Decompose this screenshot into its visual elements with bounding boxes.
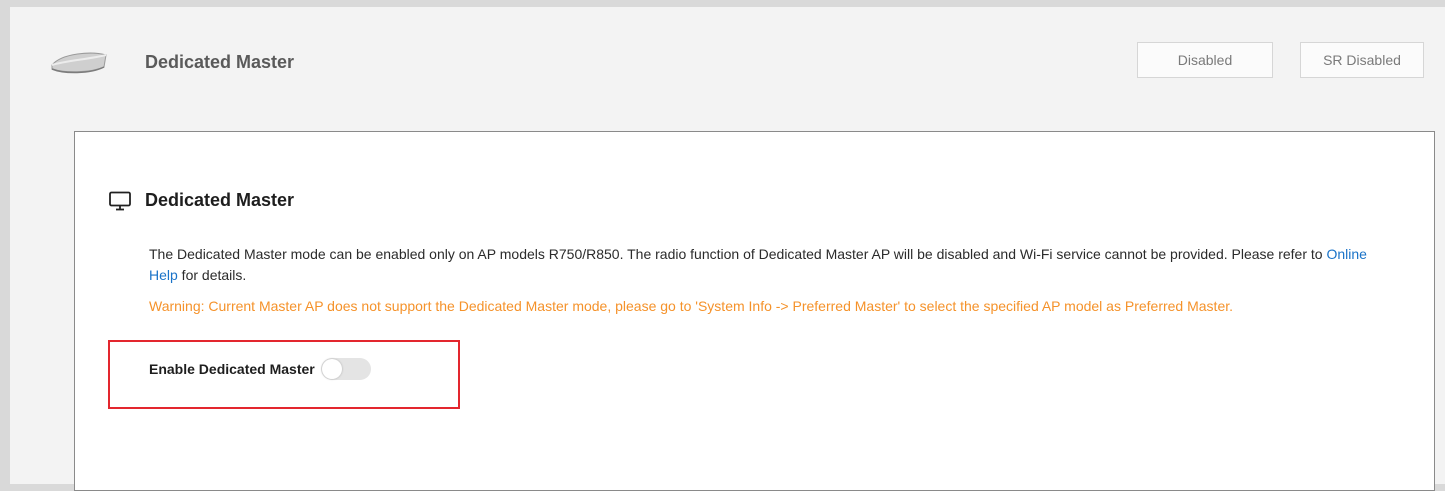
enable-dedicated-master-toggle[interactable] (320, 358, 371, 380)
page-header: Dedicated Master Disabled SR Disabled (10, 7, 1445, 117)
dedicated-master-card: Dedicated Master The Dedicated Master mo… (74, 131, 1435, 491)
enable-dedicated-master-label: Enable Dedicated Master (149, 361, 315, 377)
card-title-row: Dedicated Master (109, 190, 294, 211)
header-title: Dedicated Master (145, 52, 295, 72)
status-disabled-button[interactable]: Disabled (1137, 42, 1273, 78)
page-frame: Dedicated Master Disabled SR Disabled De… (10, 7, 1445, 491)
card-title: Dedicated Master (145, 190, 295, 210)
warning-text: Warning: Current Master AP does not supp… (149, 298, 1234, 314)
description-pre: The Dedicated Master mode can be enabled… (149, 246, 1327, 262)
monitor-icon (109, 191, 131, 210)
enable-dedicated-master-row: Enable Dedicated Master (149, 358, 371, 380)
toggle-knob (321, 359, 342, 379)
description-text: The Dedicated Master mode can be enabled… (149, 244, 1389, 286)
status-sr-disabled-button[interactable]: SR Disabled (1300, 42, 1424, 78)
description-post: for details. (177, 267, 247, 283)
access-point-icon (51, 52, 107, 74)
